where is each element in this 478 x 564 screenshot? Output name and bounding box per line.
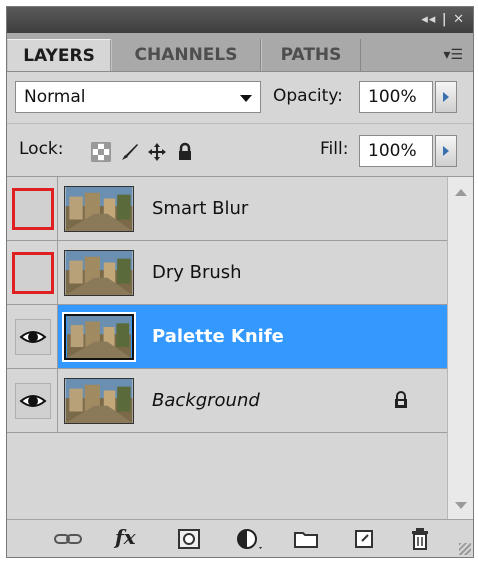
opacity-slider-button[interactable] (435, 81, 457, 113)
visibility-toggle[interactable] (15, 383, 51, 419)
tab-paths[interactable]: PATHS (261, 39, 361, 71)
layer-thumbnail (64, 186, 134, 232)
adjustment-layer-icon[interactable] (235, 527, 265, 551)
panel-tabs: LAYERS CHANNELS PATHS ▾☰ (7, 33, 473, 72)
blend-opacity-row: Normal Opacity: 100% (7, 71, 473, 123)
visibility-toggle-empty[interactable] (12, 188, 54, 230)
chevron-down-icon (240, 95, 252, 102)
new-layer-icon[interactable] (353, 527, 375, 551)
fx-icon[interactable]: fx (115, 525, 136, 549)
layer-lock-icon (395, 391, 407, 408)
visibility-cell[interactable] (7, 177, 58, 240)
panel-menu-icon[interactable]: ▾☰ (443, 47, 463, 63)
eye-icon (19, 331, 47, 343)
fill-input[interactable]: 100% (359, 135, 433, 167)
lock-transparent-icon[interactable] (91, 142, 111, 162)
lock-label: Lock: (19, 139, 64, 159)
visibility-toggle[interactable] (15, 319, 51, 355)
blend-mode-value: Normal (24, 87, 86, 107)
layer-thumbnail (64, 250, 134, 296)
scroll-down-icon[interactable] (455, 502, 467, 509)
visibility-toggle-empty[interactable] (12, 252, 54, 294)
layers-panel: ◂◂ | ✕ LAYERS CHANNELS PATHS ▾☰ Normal O… (6, 6, 474, 558)
layer-mask-icon[interactable] (177, 527, 201, 551)
layer-row-smart-blur[interactable]: Smart Blur (7, 177, 447, 241)
layer-row-background[interactable]: Background (7, 369, 447, 433)
fill-label: Fill: (320, 139, 349, 159)
blend-mode-select[interactable]: Normal (15, 81, 261, 113)
layers-list: Smart Blur Dry Brush Palette Knife Backg… (7, 177, 447, 519)
visibility-cell[interactable] (7, 305, 58, 368)
trash-icon[interactable] (409, 527, 431, 551)
layer-name[interactable]: Smart Blur (152, 177, 248, 240)
link-layers-icon[interactable] (53, 527, 83, 551)
tab-channels[interactable]: CHANNELS (111, 39, 261, 71)
tab-layers[interactable]: LAYERS (7, 39, 111, 71)
lock-all-icon[interactable] (175, 142, 195, 162)
resize-grip[interactable] (459, 543, 471, 555)
opacity-input[interactable]: 100% (359, 81, 433, 113)
layer-row-palette-knife[interactable]: Palette Knife (7, 305, 447, 369)
panel-controls[interactable]: ◂◂ | ✕ (421, 12, 465, 27)
layer-row-dry-brush[interactable]: Dry Brush (7, 241, 447, 305)
visibility-cell[interactable] (7, 241, 58, 304)
scroll-up-icon[interactable] (455, 189, 467, 196)
opacity-label: Opacity: (273, 86, 343, 106)
layers-scrollbar[interactable] (447, 177, 473, 519)
layer-name[interactable]: Dry Brush (152, 241, 242, 304)
fill-slider-button[interactable] (435, 135, 457, 167)
layer-name[interactable]: Background (152, 369, 260, 432)
lock-image-icon[interactable] (119, 142, 139, 162)
panel-bottom-bar: fx (7, 519, 473, 557)
panel-titlebar: ◂◂ | ✕ (7, 7, 473, 33)
layer-thumbnail (64, 378, 134, 424)
lock-position-icon[interactable] (147, 142, 167, 162)
new-group-icon[interactable] (293, 527, 319, 551)
layer-thumbnail (62, 312, 136, 362)
layer-name[interactable]: Palette Knife (152, 305, 284, 368)
visibility-cell[interactable] (7, 369, 58, 432)
eye-icon (19, 395, 47, 407)
lock-fill-row: Lock: Fill: 100% (7, 123, 473, 177)
